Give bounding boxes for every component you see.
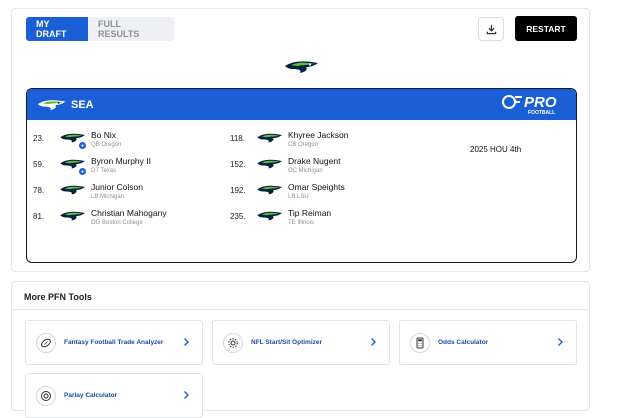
pick-number: 235.	[230, 212, 246, 221]
draft-panel: MY DRAFT FULL RESULTS RESTART SEA PRO FO…	[11, 8, 590, 272]
tool-card-start-sit[interactable]: NFL Start/Sit Optimizer	[212, 320, 390, 365]
tool-label: NFL Start/Sit Optimizer	[251, 339, 323, 346]
seahawks-logo-icon	[257, 159, 282, 169]
tab-my-draft[interactable]: MY DRAFT	[26, 17, 88, 41]
player-name[interactable]: Byron Murphy II	[91, 156, 151, 166]
tool-card-parlay-calculator[interactable]: Parlay Calculator	[25, 373, 203, 418]
tool-label: Fantasy Football Trade Analyzer	[64, 339, 164, 346]
seahawks-logo-icon	[37, 99, 66, 110]
player-meta: QB Oregon	[91, 142, 122, 148]
download-button[interactable]	[478, 17, 504, 41]
pick-number: 118.	[230, 134, 245, 143]
draft-pick-row: 23. ● Bo Nix QB Oregon	[33, 130, 122, 150]
parlay-icon	[36, 385, 56, 406]
more-tools-panel: More PFN Tools Fantasy Football Trade An…	[11, 281, 590, 418]
player-name[interactable]: Christian Mahogany	[91, 208, 167, 218]
pfn-logo-icon: PRO FOOTBALL	[502, 92, 566, 121]
pfn-logo-text: PRO	[524, 94, 557, 111]
player-name[interactable]: Drake Nugent	[288, 156, 340, 166]
player-meta: LB Michigan	[91, 194, 125, 200]
tool-label: Odds Calculator	[438, 339, 489, 346]
calculator-icon	[410, 332, 430, 353]
pick-number: 152.	[230, 160, 246, 169]
tab-full-results[interactable]: FULL RESULTS	[88, 17, 174, 41]
view-tabs: MY DRAFT FULL RESULTS	[26, 17, 174, 41]
tool-label: Parlay Calculator	[64, 392, 118, 399]
tool-card-trade-analyzer[interactable]: Fantasy Football Trade Analyzer	[25, 320, 203, 365]
download-icon	[486, 24, 496, 34]
seahawks-logo-icon	[257, 185, 282, 195]
school-badge-icon: ●	[78, 141, 87, 150]
player-name[interactable]: Junior Colson	[91, 182, 143, 192]
pick-number: 81.	[33, 212, 45, 221]
player-meta: DT Texas	[91, 168, 117, 174]
player-meta: OG Boston College	[91, 220, 143, 226]
draft-pick-row: 235. Tip Reiman TE Illinois	[230, 208, 331, 227]
draft-pick-row: 78. Junior Colson LB Michigan	[33, 182, 143, 201]
chevron-right-icon	[558, 338, 563, 346]
seahawks-logo-icon	[60, 185, 85, 195]
player-meta: CB Oregon	[288, 142, 319, 148]
player-name[interactable]: Bo Nix	[91, 130, 121, 140]
player-name[interactable]: Tip Reiman	[288, 208, 331, 218]
draft-pick-row: 118. Khyree Jackson CB Oregon	[230, 130, 348, 149]
pfn-logo-subtext: FOOTBALL	[528, 110, 555, 116]
pick-number: 23.	[33, 134, 45, 143]
player-name[interactable]: Khyree Jackson	[288, 130, 348, 140]
player-name[interactable]: Omar Speights	[288, 182, 345, 192]
football-icon	[36, 332, 56, 353]
school-badge-icon: ●	[78, 167, 87, 176]
team-draft-card: SEA PRO FOOTBALL 23. ● Bo Nix QB Oregon	[26, 88, 577, 263]
team-header: SEA PRO FOOTBALL	[27, 89, 576, 120]
player-meta: LB LSU	[288, 194, 309, 200]
pick-number: 59.	[33, 160, 45, 169]
chevron-right-icon	[184, 338, 189, 346]
pick-number: 78.	[33, 186, 45, 195]
seahawks-logo-icon	[60, 211, 85, 221]
team-abbreviation: SEA	[71, 98, 94, 111]
tool-card-odds-calculator[interactable]: Odds Calculator	[399, 320, 577, 365]
tools-title: More PFN Tools	[24, 292, 92, 302]
pick-number: 192.	[230, 186, 246, 195]
player-meta: OC Michigan	[288, 168, 323, 174]
player-meta: TE Illinois	[288, 220, 315, 226]
gear-icon	[223, 332, 243, 353]
seahawks-logo-icon	[257, 133, 282, 143]
draft-pick-row: 81. Christian Mahogany OG Boston College	[33, 208, 167, 227]
seahawks-logo-icon	[257, 211, 282, 221]
draft-pick-row: 152. Drake Nugent OC Michigan	[230, 156, 340, 175]
restart-button[interactable]: RESTART	[515, 16, 577, 41]
chevron-right-icon	[371, 338, 376, 346]
draft-pick-row: 192. Omar Speights LB LSU	[230, 182, 345, 201]
tools-divider	[12, 309, 589, 310]
chevron-right-icon	[184, 391, 189, 399]
future-pick: 2025 HOU 4th	[470, 145, 522, 154]
draft-pick-row: 59. ● Byron Murphy II DT Texas	[33, 156, 151, 176]
seahawks-logo-icon	[285, 61, 318, 73]
